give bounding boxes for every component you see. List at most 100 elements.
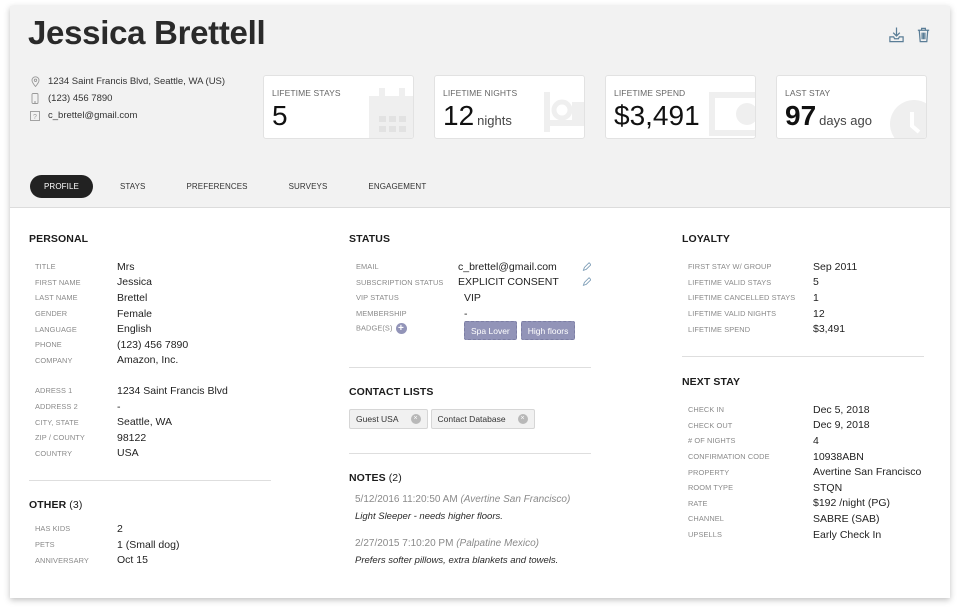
status-title: STATUS: [349, 233, 391, 245]
field-value: Mrs: [117, 260, 135, 273]
field-label: GENDER: [35, 309, 68, 319]
field-row: FIRST STAY W/ GROUP Sep 2011: [688, 259, 924, 275]
bed-icon: [544, 92, 584, 132]
field-label: MEMBERSHIP: [356, 309, 407, 319]
field-row: ANNIVERSARY Oct 15: [35, 552, 271, 568]
profile-header: Jessica Brettell 1234 Saint Francis Blvd…: [10, 6, 950, 208]
contact-info: 1234 Saint Francis Blvd, Seattle, WA (US…: [30, 73, 225, 124]
field-label: EMAIL: [356, 262, 379, 272]
field-value: Amazon, Inc.: [117, 354, 179, 367]
field-label: LIFETIME CANCELLED STAYS: [688, 293, 796, 303]
unknown-email-icon: ?: [30, 110, 40, 121]
note-timestamp: 5/12/2016 11:20:50 AM: [355, 494, 458, 506]
field-row: LIFETIME CANCELLED STAYS 1: [688, 290, 924, 306]
note-text: Prefers softer pillows, extra blankets a…: [355, 555, 559, 567]
field-row: PHONE (123) 456 7890: [35, 337, 271, 353]
guest-name: Jessica Brettell: [28, 14, 266, 51]
field-value: EXPLICIT CONSENT: [458, 276, 559, 289]
field-label: PHONE: [35, 340, 62, 350]
remove-icon[interactable]: ×: [517, 414, 528, 425]
field-label: FIRST STAY W/ GROUP: [688, 262, 772, 272]
badge[interactable]: High floors: [520, 321, 576, 341]
profile-body: PERSONAL TITLE Mrs FIRST NAME Jessica LAST N…: [10, 209, 950, 598]
field-row: UPSELLS Early Check In: [688, 527, 924, 543]
badge[interactable]: Spa Lover: [464, 321, 517, 341]
contact-lists-title: CONTACT LISTS: [349, 386, 434, 399]
money-icon: [709, 92, 755, 136]
tab-profile[interactable]: PROFILE: [30, 175, 93, 198]
field-label: ZIP / COUNTY: [35, 433, 85, 443]
next-stay-fields: CHECK IN Dec 5, 2018 CHECK OUT Dec 9, 2018 #…: [682, 402, 924, 542]
tab-surveys[interactable]: SURVEYS: [275, 175, 342, 198]
tab-stays[interactable]: STAYS: [106, 175, 160, 198]
edit-pencil-icon[interactable]: [582, 261, 591, 272]
field-value: USA: [117, 447, 139, 460]
field-label: CITY, STATE: [35, 417, 79, 427]
delete-button[interactable]: [915, 26, 932, 49]
clock-icon: [890, 100, 926, 138]
field-row: ADDRESS 2 -: [35, 399, 271, 415]
edit-pencil-icon[interactable]: [582, 277, 591, 287]
stat-unit: days ago: [819, 113, 872, 128]
notes-title: NOTES (2): [349, 472, 402, 485]
field-label: TITLE: [35, 262, 56, 272]
field-label: CONFIRMATION CODE: [688, 452, 770, 462]
field-label: COUNTRY: [35, 448, 73, 458]
mobile-phone-icon: [30, 93, 40, 104]
stat-card-lifetime-stays: LIFETIME STAYS 5: [263, 75, 414, 139]
status-fields: EMAIL c_brettel@gmail.com SUBSCRIPTION STA…: [349, 259, 591, 321]
field-row: SUBSCRIPTION STATUS EXPLICIT CONSENT: [356, 275, 591, 291]
note-item: 2/27/2015 7:10:20 PM (Palpatine Mexico) …: [355, 538, 591, 566]
personal-fields: TITLE Mrs FIRST NAME Jessica LAST NAME Brette…: [29, 259, 271, 368]
field-value: 98122: [117, 431, 147, 444]
other-fields: HAS KIDS 2 PETS 1 (Small dog) ANNIVERSARY Oct…: [29, 521, 271, 568]
field-row: RATE $192 /night (PG): [688, 496, 924, 512]
field-row: HAS KIDS 2: [35, 521, 271, 537]
note-timestamp: 2/27/2015 7:10:20 PM: [355, 538, 454, 550]
remove-icon[interactable]: ×: [410, 414, 421, 425]
stat-unit: nights: [477, 113, 512, 128]
field-value: $3,491: [813, 323, 846, 336]
field-row: PROPERTY Avertine San Francisco: [688, 464, 924, 480]
field-label: PETS: [35, 540, 55, 550]
field-row: # OF NIGHTS 4: [688, 433, 924, 449]
field-row: LIFETIME SPEND $3,491: [688, 321, 924, 337]
field-value: Avertine San Francisco: [813, 466, 922, 479]
field-label: LAST NAME: [35, 293, 78, 303]
tab-preferences[interactable]: PREFERENCES: [172, 175, 261, 198]
field-value: STQN: [813, 481, 843, 494]
field-label: ANNIVERSARY: [35, 555, 89, 565]
other-title: OTHER (3): [29, 499, 83, 512]
tab-engagement[interactable]: ENGAGEMENT: [354, 175, 440, 198]
field-row: FIRST NAME Jessica: [35, 275, 271, 291]
field-row: MEMBERSHIP -: [356, 306, 591, 322]
field-value: c_brettel@gmail.com: [458, 260, 557, 273]
field-value: -: [464, 307, 468, 320]
note-item: 5/12/2016 11:20:50 AM (Avertine San Fran…: [355, 494, 591, 522]
loyalty-section: LOYALTY FIRST STAY W/ GROUP Sep 2011 LIFET…: [682, 233, 924, 542]
field-label: PROPERTY: [688, 467, 730, 477]
field-value: (123) 456 7890: [117, 338, 189, 351]
contact-lists: Guest USA × Contact Database ×: [349, 409, 591, 430]
field-row: LIFETIME VALID NIGHTS 12: [688, 306, 924, 322]
field-row: VIP STATUS VIP: [356, 290, 591, 306]
header-actions: [888, 26, 932, 49]
field-row: EMAIL c_brettel@gmail.com: [356, 259, 591, 275]
stat-value: $3,491: [614, 100, 700, 131]
add-badge-button[interactable]: +: [395, 323, 407, 335]
contact-list-chip: Guest USA ×: [349, 409, 428, 430]
field-label: ADDRESS 2: [35, 402, 78, 412]
stat-card-lifetime-nights: LIFETIME NIGHTS 12 nights: [434, 75, 585, 139]
download-button[interactable]: [888, 26, 905, 49]
field-label: LIFETIME VALID STAYS: [688, 277, 772, 287]
field-label: # OF NIGHTS: [688, 436, 736, 446]
field-value: 1 (Small dog): [117, 538, 180, 551]
field-value: 12: [813, 307, 825, 320]
calendar-icon: [369, 88, 413, 138]
contact-phone: (123) 456 7890: [30, 90, 225, 107]
svg-text:?: ?: [33, 114, 37, 121]
personal-title: PERSONAL: [29, 233, 89, 245]
field-label: VIP STATUS: [356, 293, 399, 303]
field-value: SABRE (SAB): [813, 512, 880, 525]
field-value: Jessica: [117, 276, 153, 289]
